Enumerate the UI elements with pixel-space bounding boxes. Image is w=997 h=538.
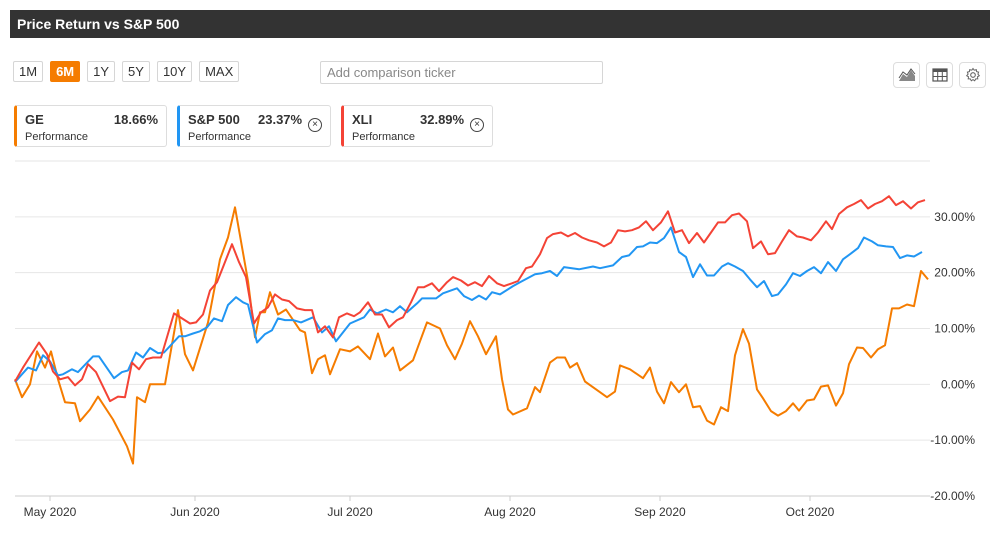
range-1m-button[interactable]: 1M [13,61,44,82]
page-title: Price Return vs S&P 500 [17,16,180,32]
x-tick-label: Aug 2020 [484,505,536,519]
y-tick-label: -20.00% [930,489,975,503]
legend-card-name: GE [25,112,44,127]
legend-card-name: S&P 500 [188,112,240,127]
comparison-ticker-input[interactable] [320,61,603,84]
table-icon [931,68,948,82]
x-tick-label: Oct 2020 [786,505,835,519]
legend-card-xli[interactable]: XLI 32.89% Performance × [341,105,493,147]
range-1y-button[interactable]: 1Y [87,61,116,82]
legend-card-sp500[interactable]: S&P 500 23.37% Performance × [177,105,331,147]
range-selector: 1M 6M 1Y 5Y 10Y MAX [13,61,240,82]
line-chart: 30.00% 20.00% 10.00% 0.00% -10.00% -20.00% May… [14,160,975,519]
x-tick-label: Sep 2020 [634,505,686,519]
y-tick-label: 20.00% [934,266,975,280]
range-10y-button[interactable]: 10Y [156,61,193,82]
chart-toolbar [893,62,986,88]
y-tick-label: -10.00% [930,433,975,447]
gear-icon [965,67,980,82]
range-max-button[interactable]: MAX [199,61,240,82]
legend-card-ge[interactable]: GE 18.66% Performance [14,105,167,147]
legend-card-sub: Performance [352,131,415,143]
legend-card-value: 32.89% [420,112,465,127]
remove-xli-close-icon[interactable]: × [470,118,484,132]
x-tick-label: Jun 2020 [170,505,220,519]
y-tick-label: 10.00% [934,322,975,336]
legend-card-value: 23.37% [258,112,303,127]
range-5y-button[interactable]: 5Y [122,61,150,82]
y-tick-label: 0.00% [941,377,975,391]
legend-cards: GE 18.66% Performance S&P 500 23.37% Per… [14,105,493,147]
chart-type-button[interactable] [893,62,920,88]
remove-sp500-close-icon[interactable]: × [308,118,322,132]
settings-button[interactable] [959,62,986,88]
legend-card-sub: Performance [25,131,88,143]
table-view-button[interactable] [926,62,953,88]
x-tick-label: May 2020 [24,505,77,519]
y-tick-label: 30.00% [934,210,975,224]
range-6m-button[interactable]: 6M [50,61,81,82]
chart-title-bar: Price Return vs S&P 500 [10,10,990,38]
series-line-ge [14,206,929,465]
legend-card-name: XLI [352,112,373,127]
x-tick-label: Jul 2020 [327,505,373,519]
area-chart-icon [898,68,915,81]
legend-card-value: 18.66% [113,112,158,127]
legend-card-sub: Performance [188,131,251,143]
